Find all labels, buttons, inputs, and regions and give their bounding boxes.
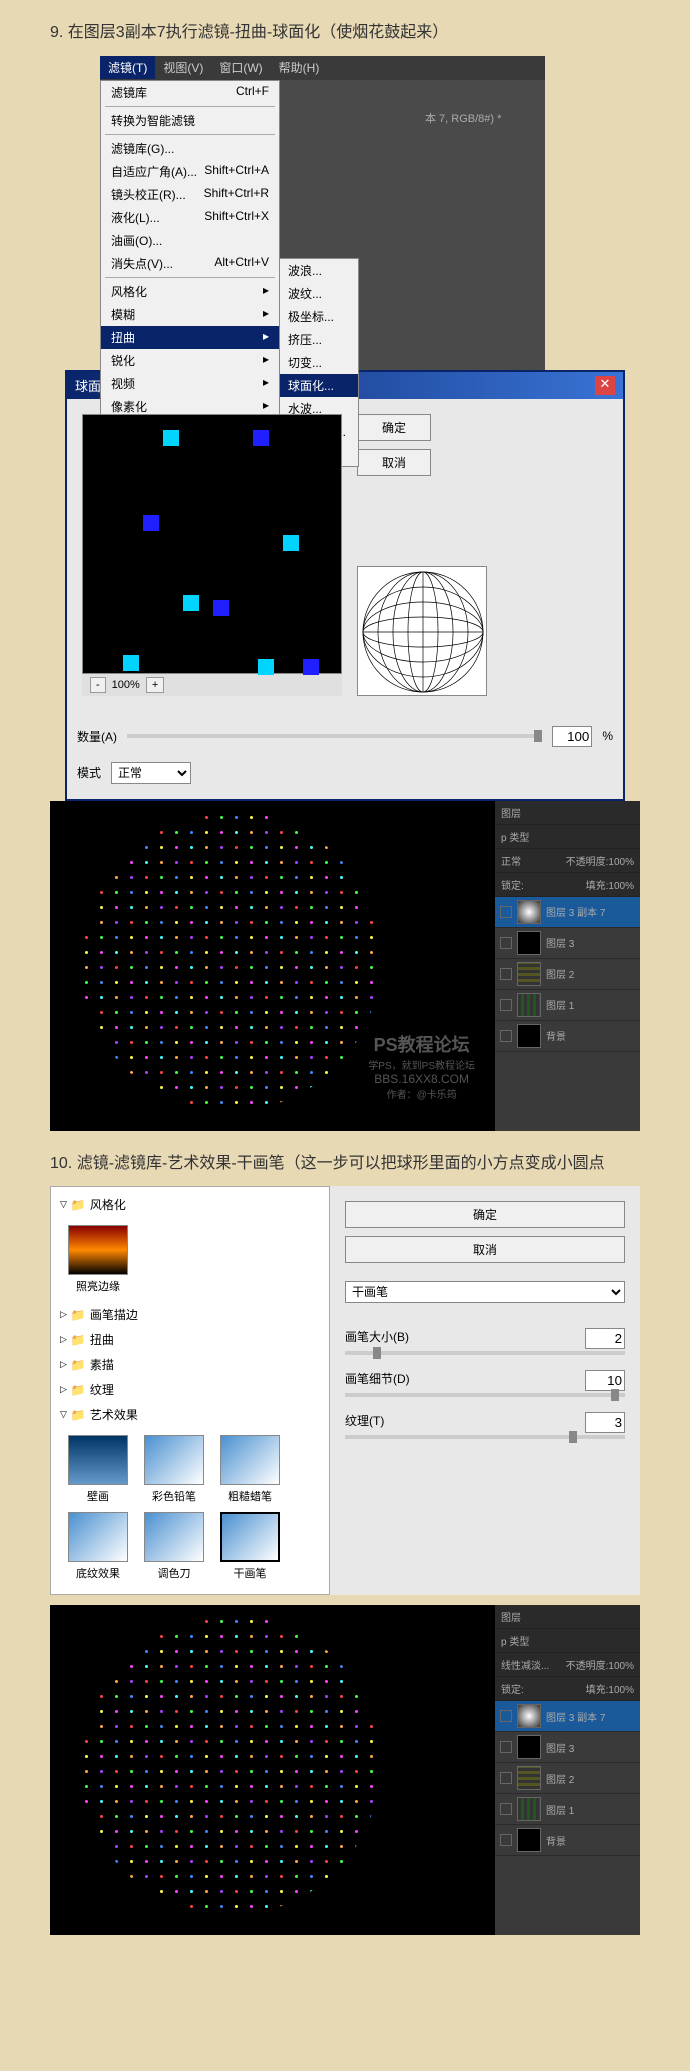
amount-label: 数量(A): [77, 728, 117, 745]
eye-icon[interactable]: [500, 906, 512, 918]
eye-icon[interactable]: [500, 1030, 512, 1042]
thumb-glow[interactable]: 照亮边缘: [64, 1225, 132, 1294]
texture-label: 纹理(T): [345, 1414, 384, 1428]
mi-video[interactable]: 视频▸: [101, 372, 279, 395]
mi-blur[interactable]: 模糊▸: [101, 303, 279, 326]
mi-gallery[interactable]: 滤镜库(G)...: [101, 137, 279, 160]
layer-row[interactable]: 图层 2: [495, 1763, 640, 1794]
cancel-button[interactable]: 取消: [357, 449, 431, 476]
zoom-bar: - 100% +: [82, 674, 342, 696]
mi-lib[interactable]: 滤镜库Ctrl+F: [101, 81, 279, 104]
detail-label: 画笔细节(D): [345, 1372, 410, 1386]
smi-wave[interactable]: 波浪...: [280, 259, 358, 282]
folder-icon: 📁: [71, 1383, 86, 1397]
menu-window[interactable]: 窗口(W): [211, 56, 270, 79]
size-input[interactable]: [585, 1328, 625, 1349]
eye-icon[interactable]: [500, 1710, 512, 1722]
folder-icon: 📁: [71, 1408, 86, 1422]
menu-help[interactable]: 帮助(H): [271, 56, 328, 79]
folder-artistic[interactable]: ▽📁艺术效果: [56, 1402, 324, 1427]
layer-row[interactable]: 背景: [495, 1021, 640, 1052]
doc-tab: 本 7, RGB/8#) *: [425, 110, 545, 126]
smi-polar[interactable]: 极坐标...: [280, 305, 358, 328]
mi-stylize[interactable]: 风格化▸: [101, 280, 279, 303]
size-label: 画笔大小(B): [345, 1330, 409, 1344]
gallery-cancel[interactable]: 取消: [345, 1236, 625, 1263]
mi-lens[interactable]: 镜头校正(R)...Shift+Ctrl+R: [101, 183, 279, 206]
mi-oil[interactable]: 油画(O)...: [101, 229, 279, 252]
eye-icon[interactable]: [500, 1741, 512, 1753]
texture-input[interactable]: [585, 1412, 625, 1433]
layers-panel-2: 图层 p 类型 线性减淡...不透明度:100% 锁定:填充:100% 图层 3…: [495, 1605, 640, 1935]
eye-icon[interactable]: [500, 1834, 512, 1846]
detail-input[interactable]: [585, 1370, 625, 1391]
layer-row[interactable]: 图层 3: [495, 1732, 640, 1763]
layer-row[interactable]: 图层 3 副本 7: [495, 897, 640, 928]
folder-stylize[interactable]: ▽📁风格化: [56, 1192, 324, 1217]
thumb-drybrush[interactable]: 干画笔: [216, 1512, 284, 1581]
folder-icon: 📁: [71, 1358, 86, 1372]
menu-filter[interactable]: 滤镜(T): [100, 56, 155, 79]
smi-shear[interactable]: 切变...: [280, 351, 358, 374]
mi-vanish[interactable]: 消失点(V)...Alt+Ctrl+V: [101, 252, 279, 275]
thumb-fresco[interactable]: 壁画: [64, 1435, 132, 1504]
thumb-pencil[interactable]: 彩色铅笔: [140, 1435, 208, 1504]
zoom-value: 100%: [112, 679, 140, 691]
watermark: PS教程论坛 学PS，就到PS教程论坛 BBS.16XX8.COM 作者：@卡乐…: [368, 1031, 475, 1101]
smi-spherize[interactable]: 球面化...: [280, 374, 358, 397]
step9-text: 9. 在图层3副本7执行滤镜-扭曲-球面化（使烟花鼓起来）: [50, 0, 640, 56]
eye-icon[interactable]: [500, 1803, 512, 1815]
menubar: 滤镜(T) 视图(V) 窗口(W) 帮助(H): [100, 56, 545, 80]
mi-sharpen[interactable]: 锐化▸: [101, 349, 279, 372]
zoom-in[interactable]: +: [146, 677, 164, 693]
layer-row[interactable]: 图层 1: [495, 1794, 640, 1825]
ps-result-2: 图层 p 类型 线性减淡...不透明度:100% 锁定:填充:100% 图层 3…: [50, 1605, 640, 1935]
folder-icon: 📁: [71, 1198, 86, 1212]
filter-gallery: ▽📁风格化 照亮边缘 ▷📁画笔描边 ▷📁扭曲 ▷📁素描 ▷📁纹理 ▽📁艺术效果 …: [50, 1186, 640, 1595]
layer-row[interactable]: 图层 3 副本 7: [495, 1701, 640, 1732]
smi-pinch[interactable]: 挤压...: [280, 328, 358, 351]
folder-texture[interactable]: ▷📁纹理: [56, 1377, 324, 1402]
eye-icon[interactable]: [500, 1772, 512, 1784]
layer-row[interactable]: 图层 2: [495, 959, 640, 990]
step10-text: 10. 滤镜-滤镜库-艺术效果-干画笔（这一步可以把球形里面的小方点变成小圆点: [50, 1131, 640, 1187]
close-icon[interactable]: ✕: [595, 376, 615, 395]
thumb-crayon[interactable]: 粗糙蜡笔: [216, 1435, 284, 1504]
mode-label: 模式: [77, 764, 101, 781]
layer-row[interactable]: 图层 1: [495, 990, 640, 1021]
folder-sketch[interactable]: ▷📁素描: [56, 1352, 324, 1377]
folder-distort[interactable]: ▷📁扭曲: [56, 1327, 324, 1352]
panel-title: 图层: [495, 801, 640, 825]
pct: %: [602, 729, 613, 743]
eye-icon[interactable]: [500, 937, 512, 949]
thumb-knife[interactable]: 调色刀: [140, 1512, 208, 1581]
gallery-ok[interactable]: 确定: [345, 1201, 625, 1228]
ps-result-1: PS教程论坛 学PS，就到PS教程论坛 BBS.16XX8.COM 作者：@卡乐…: [50, 801, 640, 1131]
eye-icon[interactable]: [500, 968, 512, 980]
smi-ripple[interactable]: 波纹...: [280, 282, 358, 305]
amount-input[interactable]: [552, 726, 592, 747]
folder-brush[interactable]: ▷📁画笔描边: [56, 1302, 324, 1327]
mi-liquify[interactable]: 液化(L)...Shift+Ctrl+X: [101, 206, 279, 229]
sphere-diagram: [357, 566, 487, 696]
folder-icon: 📁: [71, 1333, 86, 1347]
layer-row[interactable]: 背景: [495, 1825, 640, 1856]
mi-distort[interactable]: 扭曲▸: [101, 326, 279, 349]
thumb-film[interactable]: 底纹效果: [64, 1512, 132, 1581]
filter-select[interactable]: 干画笔: [345, 1281, 625, 1303]
mi-wide[interactable]: 自适应广角(A)...Shift+Ctrl+A: [101, 160, 279, 183]
mi-smart[interactable]: 转换为智能滤镜: [101, 109, 279, 132]
preview: [82, 414, 342, 674]
menu-view[interactable]: 视图(V): [155, 56, 211, 79]
eye-icon[interactable]: [500, 999, 512, 1011]
mode-select[interactable]: 正常: [111, 762, 191, 784]
layers-panel: 图层 p 类型 正常不透明度:100% 锁定:填充:100% 图层 3 副本 7…: [495, 801, 640, 1131]
layer-row[interactable]: 图层 3: [495, 928, 640, 959]
ok-button[interactable]: 确定: [357, 414, 431, 441]
folder-icon: 📁: [71, 1308, 86, 1322]
zoom-out[interactable]: -: [90, 677, 106, 693]
